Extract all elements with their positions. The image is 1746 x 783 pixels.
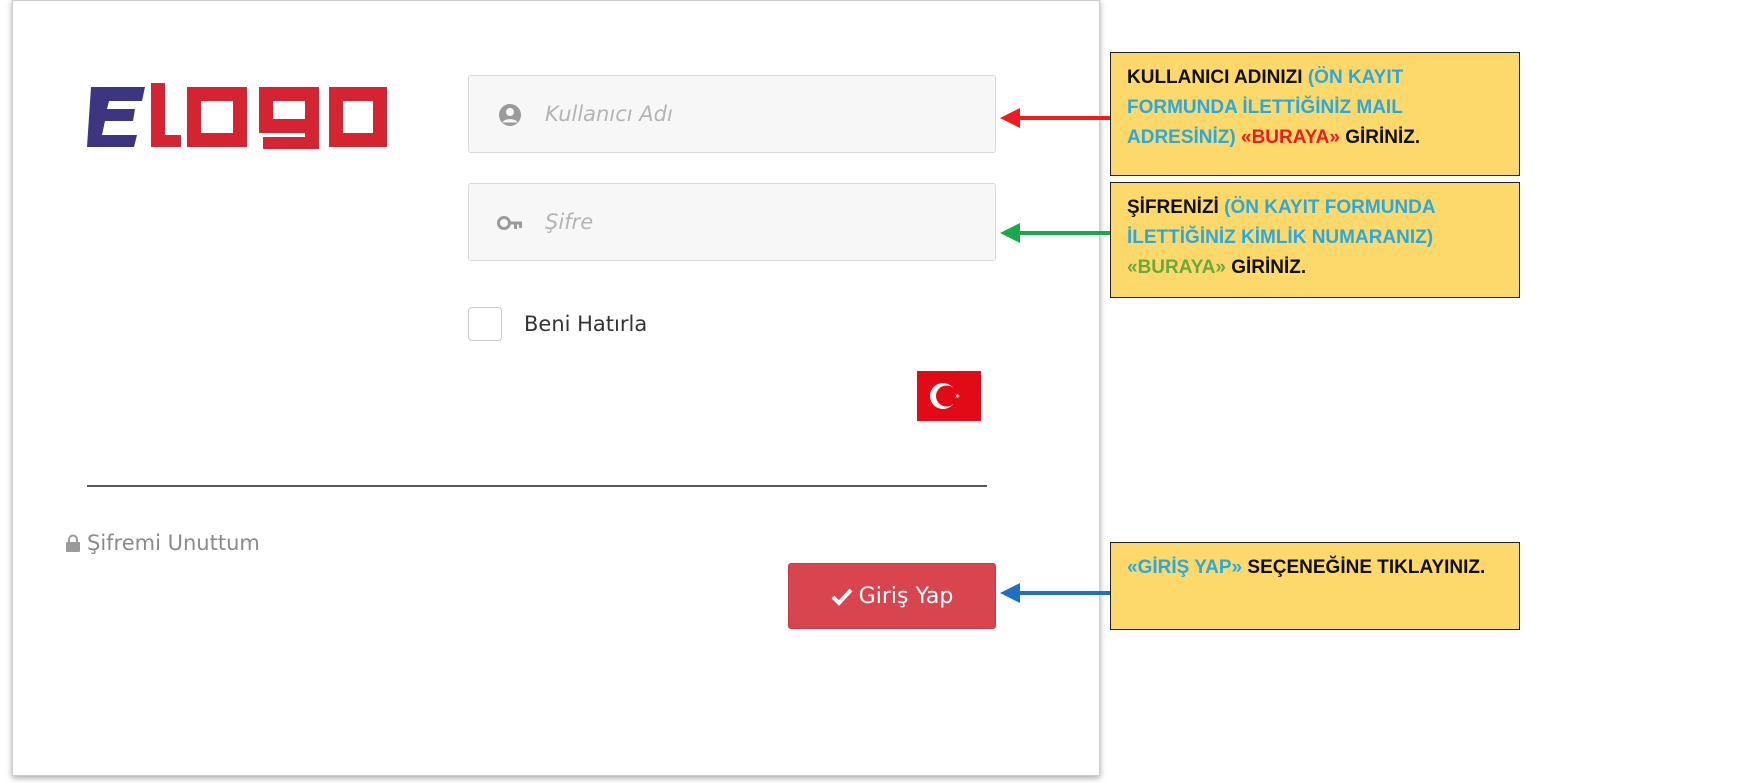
callout-username-enter: GİRİNİZ. [1339, 127, 1421, 148]
login-button[interactable]: Giriş Yap [788, 563, 996, 629]
callout-username-text: KULLANICI ADINIZI [1127, 67, 1308, 88]
forgot-password-label: Şifremi Unuttum [87, 531, 260, 555]
callout-login-button-name: «GİRİŞ YAP» [1127, 557, 1243, 578]
callout-username-here: «BURAYA» [1241, 127, 1340, 148]
callout-username: KULLANICI ADINIZI (ÖN KAYIT FORMUNDA İLE… [1110, 52, 1520, 176]
arrow-to-username-icon [1000, 108, 1112, 128]
remember-me-label: Beni Hatırla [524, 312, 648, 336]
remember-me-checkbox[interactable] [468, 307, 502, 341]
divider [87, 485, 987, 487]
forgot-password-link[interactable]: Şifremi Unuttum [65, 531, 260, 555]
username-field[interactable] [468, 75, 996, 153]
key-icon [497, 216, 522, 230]
callout-login-button-text: SEÇENEĞİNE TIKLAYINIZ. [1242, 557, 1486, 578]
elogo-logo [87, 83, 387, 149]
username-input[interactable] [545, 76, 985, 152]
arrow-to-login-button-icon [1000, 583, 1112, 603]
callout-password-text: ŞİFRENİZİ [1127, 197, 1225, 218]
user-circle-icon [499, 104, 521, 126]
lock-icon [66, 534, 80, 552]
callout-password-enter: GİRİNİZ. [1225, 257, 1307, 278]
arrow-to-password-icon [1000, 223, 1112, 243]
password-field[interactable] [468, 183, 996, 261]
turkish-flag-icon[interactable] [917, 371, 981, 421]
callout-login-button: «GİRİŞ YAP» SEÇENEĞİNE TIKLAYINIZ. [1110, 542, 1520, 630]
callout-password: ŞİFRENİZİ (ÖN KAYIT FORMUNDA İLETTİĞİNİZ… [1110, 182, 1520, 298]
remember-me[interactable]: Beni Hatırla [468, 306, 647, 342]
callout-password-here: «BURAYA» [1127, 257, 1226, 278]
password-input[interactable] [545, 184, 985, 260]
login-card: Beni Hatırla Şifremi Unuttum Giriş Yap [12, 0, 1100, 776]
login-button-label: Giriş Yap [858, 583, 954, 609]
check-icon [831, 588, 853, 606]
